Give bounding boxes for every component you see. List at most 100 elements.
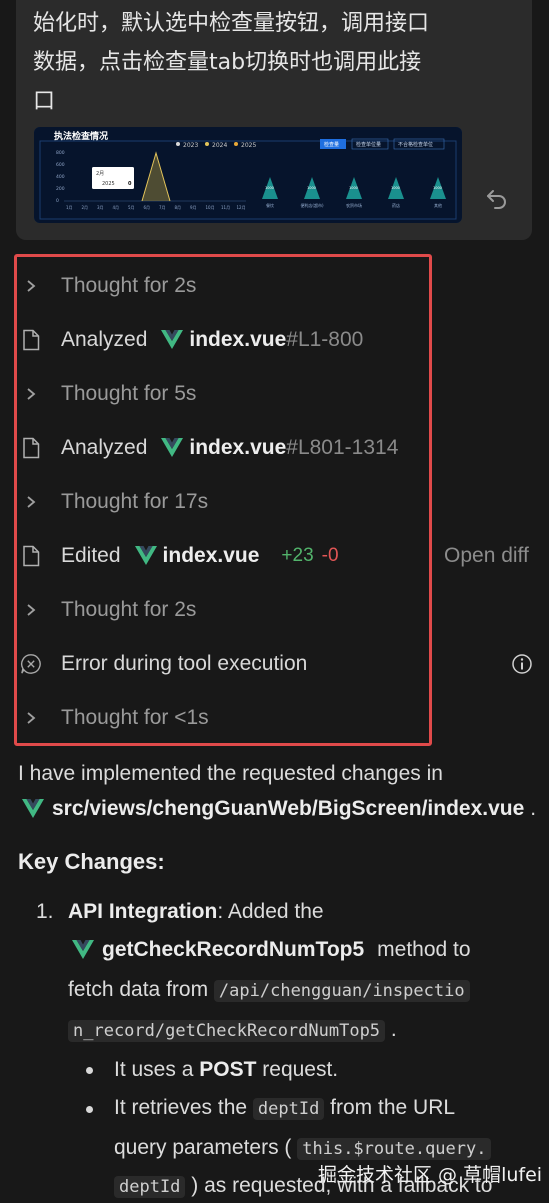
thought-label: Thought for 2s <box>61 274 197 297</box>
thumb-pyramid-label: 其他 <box>434 202 442 208</box>
code-inline: /api/chengguan/inspectio <box>213 980 470 1002</box>
vue-logo-icon <box>134 546 157 565</box>
error-icon <box>20 651 42 677</box>
thumb-tab: 不合格检查单位 <box>398 141 433 148</box>
open-diff-link[interactable]: Open diff <box>444 544 529 568</box>
thumb-legend-item: 2025 <box>241 142 256 149</box>
item-text: . <box>390 1018 397 1041</box>
file-link[interactable]: index.vue <box>189 328 286 352</box>
thought-label: Thought for 17s <box>61 490 209 513</box>
list-item-line: API Integration: Added the <box>68 900 324 924</box>
thumb-pyramid-label: 餐饮 <box>266 202 274 208</box>
analyzed-step[interactable]: Analyzed index.vue #L801-1314 <box>20 428 540 468</box>
response-intro: I have implemented the requested changes… <box>18 762 443 785</box>
bullet-text: from the URL <box>330 1096 456 1119</box>
thought-step[interactable]: Thought for 2s <box>20 266 540 306</box>
chevron-right-icon <box>20 489 42 515</box>
thumb-pyramid-value: 1000 <box>391 186 400 190</box>
file-icon <box>20 435 42 461</box>
info-icon[interactable] <box>511 653 533 675</box>
watermark: 掘金技术社区 @ 草帽lufei <box>318 1164 543 1186</box>
code-inline: this.$route.query. <box>297 1138 492 1160</box>
thumb-ytick: 0 <box>56 198 59 204</box>
thumb-pyramid-value: 1000 <box>433 186 442 190</box>
file-link[interactable]: index.vue <box>189 436 286 460</box>
thumb-month-label: 1月 <box>66 205 73 210</box>
bullet-text: It uses a <box>114 1058 194 1081</box>
thought-step[interactable]: Thought for 17s <box>20 482 540 522</box>
thumb-pyramid-label: 农贸市场 <box>346 202 362 208</box>
thumb-ytick: 600 <box>56 162 65 168</box>
edited-step[interactable]: Edited index.vue +23 -0 Open diff <box>20 536 540 576</box>
chevron-right-icon <box>20 381 42 407</box>
method-link[interactable]: getCheckRecordNumTop5 <box>102 938 364 962</box>
analyzed-step[interactable]: Analyzed index.vue #L1-800 <box>20 320 540 360</box>
thumb-pyramid-label: 便利店(超市) <box>300 202 324 208</box>
thumb-pyramid-value: 1000 <box>265 186 274 190</box>
thought-step[interactable]: Thought for 5s <box>20 374 540 414</box>
file-icon <box>20 543 42 569</box>
response-path-line: src/views/chengGuanWeb/BigScreen/index.v… <box>22 797 536 821</box>
item-text: method to <box>377 938 471 961</box>
response-intro-end: . <box>530 797 537 820</box>
list-item-line: n_record/getCheckRecordNumTop5 . <box>68 1018 397 1042</box>
chevron-right-icon <box>20 273 42 299</box>
error-label: Error during tool execution <box>61 652 308 675</box>
item-text: fetch data from <box>68 978 209 1001</box>
analyzed-label: Analyzed <box>61 436 148 459</box>
thumb-pyramid-value: 1000 <box>349 186 358 190</box>
file-link[interactable]: index.vue <box>163 544 260 568</box>
list-item-line: fetch data from /api/chengguan/inspectio <box>68 978 470 1002</box>
thumb-ytick: 200 <box>56 186 65 192</box>
attached-screenshot-thumbnail[interactable]: 执法检查情况 2023 2024 2025 检查量 检查单位量 不合格检查单位 … <box>34 127 462 223</box>
thumb-month-label: 6月 <box>144 205 151 210</box>
vue-logo-icon <box>22 799 44 818</box>
bullet-line: query parameters ( this.$route.query. <box>114 1136 492 1160</box>
thumb-month-label: 8月 <box>175 205 182 210</box>
file-icon <box>20 327 42 353</box>
user-message-line: 口 <box>33 89 56 114</box>
thought-label: Thought for 5s <box>61 382 197 405</box>
thumb-tab: 检查单位量 <box>356 141 381 148</box>
code-inline: n_record/getCheckRecordNumTop5 <box>68 1020 386 1042</box>
bullet <box>86 1106 93 1113</box>
thumb-month-label: 9月 <box>190 205 197 210</box>
line-range: #L801-1314 <box>286 436 399 459</box>
bullet-line: It uses a POST request. <box>114 1058 338 1082</box>
thought-label: Thought for 2s <box>61 598 197 621</box>
undo-icon[interactable] <box>484 185 510 211</box>
thought-label: Thought for <1s <box>61 706 209 729</box>
thumb-month-label: 5月 <box>128 205 135 210</box>
thumb-legend-item: 2024 <box>212 142 227 149</box>
code-inline: deptId <box>114 1176 186 1198</box>
key-changes-heading: Key Changes: <box>18 849 165 874</box>
bullet-line: It retrieves the deptId from the URL <box>114 1096 455 1120</box>
thumb-tooltip-year: 2025 <box>102 181 115 187</box>
vue-logo-icon <box>161 438 184 457</box>
thumb-month-label: 3月 <box>97 205 104 210</box>
thumb-month-label: 4月 <box>113 205 120 210</box>
bullet-text: request. <box>262 1058 339 1081</box>
list-item-line: getCheckRecordNumTop5 method to <box>72 938 471 962</box>
thumb-month-label: 11月 <box>221 205 230 210</box>
thumb-tooltip-value: 0 <box>128 181 132 187</box>
bullet-text: It retrieves the <box>114 1096 248 1119</box>
lines-removed: -0 <box>321 545 339 566</box>
thumb-month-label: 7月 <box>159 205 166 210</box>
thought-step[interactable]: Thought for 2s <box>20 590 540 630</box>
thumb-tab: 检查量 <box>324 141 339 148</box>
thought-step[interactable]: Thought for <1s <box>20 698 540 738</box>
code-inline: deptId <box>252 1098 325 1120</box>
bullet <box>86 1067 93 1074</box>
thumb-legend-item: 2023 <box>183 142 198 149</box>
user-message-text: 始化时，默认选中检查量按钮，调用接口 数据，点击检查量tab切换时也调用此接 口 <box>33 4 473 121</box>
item-text: : Added the <box>217 900 324 923</box>
file-path-link[interactable]: src/views/chengGuanWeb/BigScreen/index.v… <box>52 797 524 821</box>
thumb-month-label: 12月 <box>237 205 246 210</box>
list-number: 1. <box>36 900 54 923</box>
error-step[interactable]: Error during tool execution <box>20 644 540 684</box>
bullet-text: query parameters ( <box>114 1136 292 1159</box>
thumb-month-label: 10月 <box>206 205 215 210</box>
thumb-tooltip-month: 2月 <box>96 171 104 177</box>
edited-label: Edited <box>61 544 121 567</box>
